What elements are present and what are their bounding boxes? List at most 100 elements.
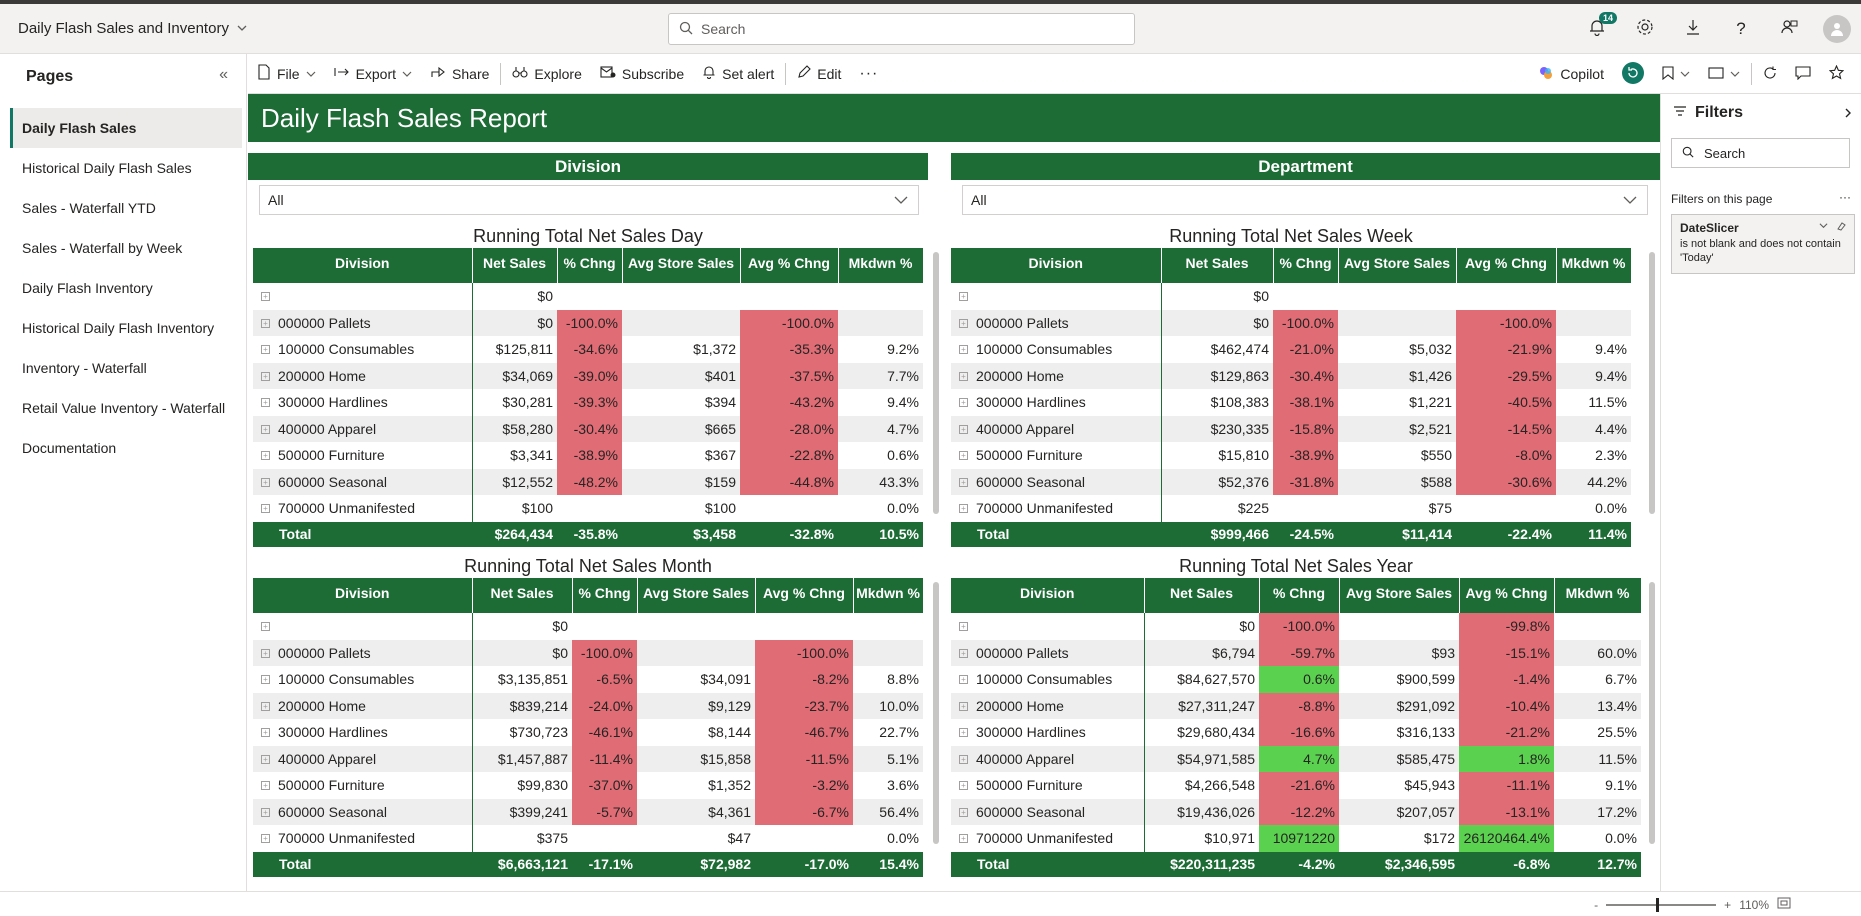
refresh-visual-button[interactable] bbox=[1613, 54, 1653, 94]
expand-row-icon[interactable]: + bbox=[959, 834, 968, 844]
zoom-out-button[interactable]: - bbox=[1594, 898, 1598, 912]
expand-row-icon[interactable]: + bbox=[959, 728, 968, 738]
more-options-button[interactable]: ··· bbox=[850, 54, 887, 94]
global-search-input[interactable]: Search bbox=[668, 13, 1135, 45]
expand-row-icon[interactable]: + bbox=[261, 728, 270, 738]
fit-to-page-icon[interactable] bbox=[1777, 897, 1791, 912]
expand-row-icon[interactable]: + bbox=[261, 451, 270, 461]
share-button[interactable]: Share bbox=[421, 54, 498, 94]
column-header[interactable]: Avg % Chng bbox=[1459, 578, 1555, 613]
download-button[interactable] bbox=[1669, 4, 1717, 54]
expand-row-icon[interactable]: + bbox=[261, 318, 270, 328]
subscribe-button[interactable]: Subscribe bbox=[591, 54, 693, 94]
zoom-slider[interactable] bbox=[1606, 897, 1717, 912]
expand-row-icon[interactable]: + bbox=[959, 622, 968, 632]
expand-row-icon[interactable]: + bbox=[959, 701, 968, 711]
column-header[interactable]: Net Sales bbox=[1144, 578, 1260, 613]
week-matrix-scrollbar[interactable] bbox=[1649, 252, 1655, 514]
department-slicer-dropdown[interactable]: All bbox=[962, 185, 1648, 215]
column-header[interactable]: % Chng bbox=[1273, 248, 1339, 283]
month-matrix-scrollbar[interactable] bbox=[933, 582, 939, 844]
chevron-down-icon[interactable] bbox=[1819, 221, 1828, 235]
column-header[interactable]: % Chng bbox=[557, 248, 623, 283]
page-item-sales-waterfall-ytd[interactable]: Sales - Waterfall YTD bbox=[10, 188, 242, 228]
column-header[interactable]: Mkdwn % bbox=[853, 578, 924, 613]
filters-search-input[interactable]: Search bbox=[1671, 138, 1850, 168]
filters-more-button[interactable]: ··· bbox=[1839, 190, 1851, 204]
expand-row-icon[interactable]: + bbox=[959, 754, 968, 764]
expand-row-icon[interactable]: + bbox=[261, 398, 270, 408]
column-header[interactable]: Net Sales bbox=[472, 248, 558, 283]
column-header[interactable]: Avg % Chng bbox=[755, 578, 854, 613]
page-item-historical-daily-flash-inventory[interactable]: Historical Daily Flash Inventory bbox=[10, 308, 242, 348]
expand-row-icon[interactable]: + bbox=[959, 477, 968, 487]
account-button[interactable] bbox=[1813, 4, 1861, 54]
expand-row-icon[interactable]: + bbox=[959, 292, 968, 302]
page-item-sales-waterfall-by-week[interactable]: Sales - Waterfall by Week bbox=[10, 228, 242, 268]
column-header[interactable]: Division bbox=[253, 248, 473, 283]
column-header[interactable]: Net Sales bbox=[472, 578, 573, 613]
division-slicer-dropdown[interactable]: All bbox=[259, 185, 919, 215]
bookmark-menu[interactable] bbox=[1653, 54, 1699, 94]
expand-row-icon[interactable]: + bbox=[959, 648, 968, 658]
explore-button[interactable]: Explore bbox=[503, 54, 590, 94]
help-button[interactable]: ? bbox=[1717, 4, 1765, 54]
expand-row-icon[interactable]: + bbox=[959, 451, 968, 461]
expand-row-icon[interactable]: + bbox=[959, 345, 968, 355]
eraser-icon[interactable] bbox=[1836, 221, 1846, 235]
column-header[interactable]: Avg Store Sales bbox=[622, 248, 741, 283]
expand-row-icon[interactable]: + bbox=[261, 701, 270, 711]
column-header[interactable]: Net Sales bbox=[1161, 248, 1274, 283]
column-header[interactable]: Avg % Chng bbox=[1456, 248, 1557, 283]
column-header[interactable]: Mkdwn % bbox=[1554, 578, 1642, 613]
expand-row-icon[interactable]: + bbox=[959, 424, 968, 434]
expand-row-icon[interactable]: + bbox=[959, 504, 968, 514]
page-item-inventory-waterfall[interactable]: Inventory - Waterfall bbox=[10, 348, 242, 388]
expand-row-icon[interactable]: + bbox=[261, 477, 270, 487]
comments-button[interactable] bbox=[1786, 54, 1820, 94]
expand-row-icon[interactable]: + bbox=[261, 781, 270, 791]
column-header[interactable]: Avg % Chng bbox=[740, 248, 839, 283]
notifications-button[interactable]: 14 bbox=[1573, 4, 1621, 54]
favorite-button[interactable] bbox=[1820, 54, 1853, 94]
page-item-daily-flash-sales[interactable]: Daily Flash Sales bbox=[10, 108, 242, 148]
expand-row-icon[interactable]: + bbox=[959, 371, 968, 381]
column-header[interactable]: Mkdwn % bbox=[1556, 248, 1632, 283]
collapse-pages-button[interactable]: « bbox=[219, 66, 228, 84]
column-header[interactable]: Division bbox=[253, 578, 473, 613]
expand-row-icon[interactable]: + bbox=[261, 622, 270, 632]
column-header[interactable]: Division bbox=[951, 578, 1145, 613]
day-matrix-scrollbar[interactable] bbox=[933, 252, 939, 514]
expand-row-icon[interactable]: + bbox=[261, 292, 270, 302]
zoom-in-button[interactable]: + bbox=[1724, 898, 1731, 912]
page-item-daily-flash-inventory[interactable]: Daily Flash Inventory bbox=[10, 268, 242, 308]
set-alert-button[interactable]: Set alert bbox=[693, 54, 783, 94]
expand-row-icon[interactable]: + bbox=[959, 675, 968, 685]
expand-row-icon[interactable]: + bbox=[261, 504, 270, 514]
column-header[interactable]: Avg Store Sales bbox=[1338, 248, 1457, 283]
column-header[interactable]: Avg Store Sales bbox=[637, 578, 756, 613]
view-menu[interactable] bbox=[1699, 54, 1749, 94]
year-matrix-scrollbar[interactable] bbox=[1649, 582, 1655, 844]
collapse-filters-button[interactable] bbox=[1843, 106, 1853, 124]
expand-row-icon[interactable]: + bbox=[959, 807, 968, 817]
column-header[interactable]: % Chng bbox=[572, 578, 638, 613]
page-item-documentation[interactable]: Documentation bbox=[10, 428, 242, 468]
column-header[interactable]: % Chng bbox=[1259, 578, 1340, 613]
expand-row-icon[interactable]: + bbox=[261, 648, 270, 658]
reload-button[interactable] bbox=[1754, 54, 1786, 94]
page-item-historical-daily-flash-sales[interactable]: Historical Daily Flash Sales bbox=[10, 148, 242, 188]
expand-row-icon[interactable]: + bbox=[959, 781, 968, 791]
export-menu[interactable]: Export bbox=[325, 54, 421, 94]
expand-row-icon[interactable]: + bbox=[261, 371, 270, 381]
expand-row-icon[interactable]: + bbox=[959, 318, 968, 328]
copilot-button[interactable]: Copilot bbox=[1529, 54, 1613, 94]
zoom-slider-thumb[interactable] bbox=[1656, 897, 1660, 912]
file-menu[interactable]: File bbox=[248, 54, 325, 94]
expand-row-icon[interactable]: + bbox=[261, 424, 270, 434]
expand-row-icon[interactable]: + bbox=[261, 834, 270, 844]
expand-row-icon[interactable]: + bbox=[261, 345, 270, 355]
expand-row-icon[interactable]: + bbox=[261, 754, 270, 764]
settings-button[interactable] bbox=[1621, 4, 1669, 54]
date-slicer-filter-card[interactable]: DateSlicer is not blank and does not con… bbox=[1671, 214, 1855, 274]
